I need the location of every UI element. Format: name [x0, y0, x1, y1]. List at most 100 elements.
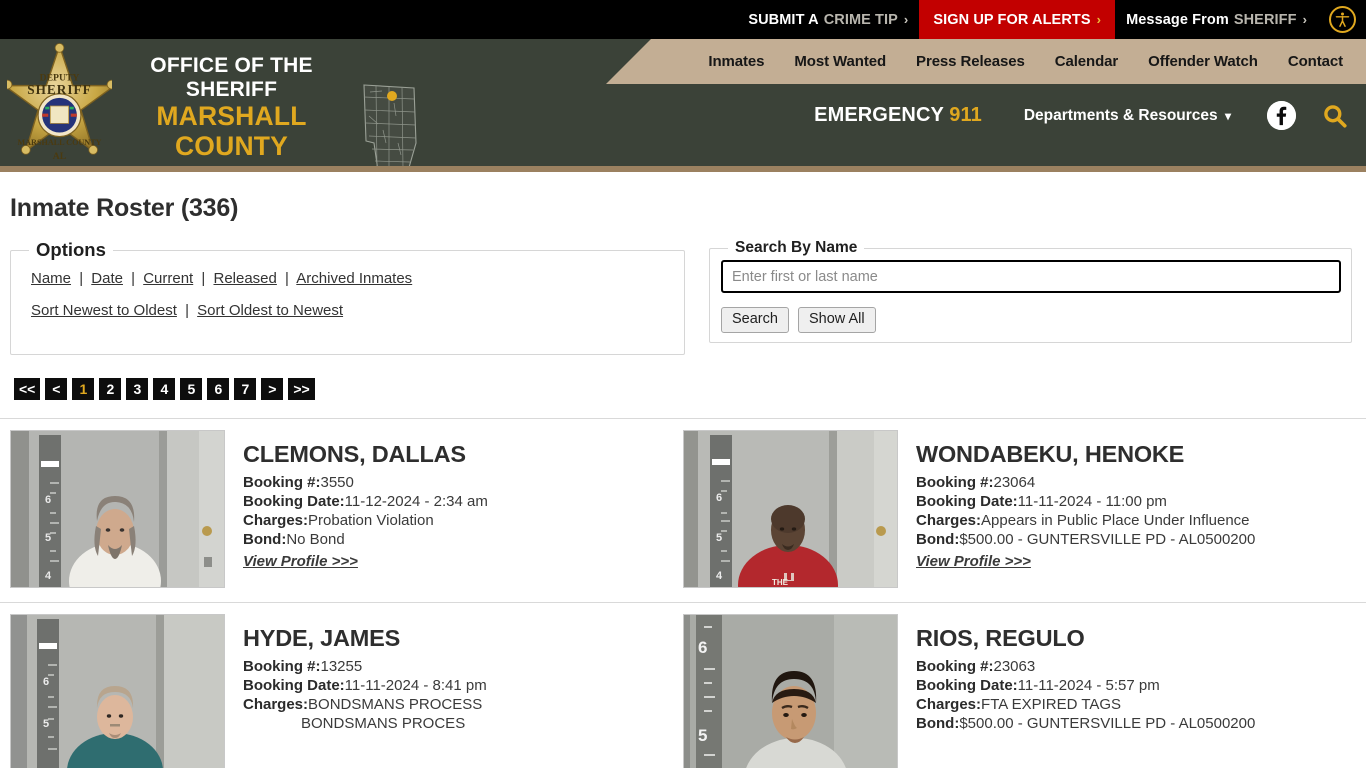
page-4-button[interactable]: 4: [153, 378, 176, 400]
inmate-card: 6 5 4: [683, 430, 1356, 588]
submit-crime-tip-link[interactable]: SUBMIT A CRIME TIP ›: [737, 0, 919, 39]
search-button[interactable]: Search: [721, 307, 789, 333]
options-filter-links: Name | Date | Current | Released | Archi…: [11, 271, 684, 286]
view-profile-link[interactable]: View Profile >>>: [243, 553, 358, 570]
departments-resources-menu[interactable]: Departments & Resources ▾: [1024, 107, 1231, 125]
accessibility-icon: [1328, 6, 1356, 33]
svg-text:6: 6: [698, 638, 707, 657]
emergency-number: 911: [949, 104, 982, 126]
accessibility-button[interactable]: [1318, 0, 1366, 39]
chevron-right-icon: ›: [1096, 12, 1102, 27]
chevron-right-icon: ›: [1302, 12, 1307, 27]
svg-text:5: 5: [43, 718, 49, 730]
booking-date-label: Booking Date:: [243, 676, 345, 694]
bond-label: Bond:: [916, 530, 960, 548]
booking-date-value: 11-11-2024 - 11:00 pm: [1017, 492, 1167, 510]
option-date-link[interactable]: Date: [91, 270, 123, 287]
main-nav: Inmates Most Wanted Press Releases Calen…: [693, 39, 1366, 84]
option-separator: |: [79, 270, 84, 287]
page-next-button[interactable]: >: [261, 378, 284, 400]
option-name-link[interactable]: Name: [31, 270, 71, 287]
page-prev-button[interactable]: <: [45, 378, 68, 400]
charges-label: Charges:: [243, 695, 309, 713]
svg-text:SHERIFF: SHERIFF: [27, 82, 92, 97]
phone-number[interactable]: 256-582-2034: [214, 171, 298, 172]
submit-crime-tip-muted: CRIME TIP: [823, 11, 898, 28]
message-from-sheriff-muted: SHERIFF: [1233, 11, 1297, 28]
sort-newest-to-oldest-link[interactable]: Sort Newest to Oldest: [31, 302, 177, 319]
option-archived-inmates-link[interactable]: Archived Inmates: [296, 270, 412, 287]
view-profile-link[interactable]: View Profile >>>: [916, 553, 1031, 570]
chevron-down-icon: ▾: [1224, 108, 1231, 123]
mugshot-photo[interactable]: 65: [683, 614, 898, 768]
svg-text:4: 4: [45, 570, 52, 582]
page-5-button[interactable]: 5: [180, 378, 203, 400]
nav-item-press-releases[interactable]: Press Releases: [901, 53, 1040, 70]
bond-value: $500.00 - GUNTERSVILLE PD - AL0500200: [959, 714, 1256, 732]
emergency-911[interactable]: EMERGENCY 911: [814, 104, 982, 127]
search-input[interactable]: [721, 260, 1341, 293]
site-brand[interactable]: DEPUTY SHERIFF MARSHALL COUNTY AL OFFICE…: [0, 39, 425, 172]
page-2-button[interactable]: 2: [99, 378, 122, 400]
option-separator: |: [185, 302, 189, 319]
message-from-sheriff-link[interactable]: Message From SHERIFF ›: [1115, 0, 1318, 39]
inmate-bond: Bond:No Bond: [243, 530, 683, 549]
option-released-link[interactable]: Released: [213, 270, 276, 287]
options-panel: Options Name | Date | Current | Released…: [10, 239, 685, 355]
sign-up-for-alerts-link[interactable]: SIGN UP FOR ALERTS ›: [919, 0, 1116, 39]
nav-item-most-wanted[interactable]: Most Wanted: [779, 53, 901, 70]
nav-item-contact[interactable]: Contact: [1273, 53, 1358, 70]
bond-value: $500.00 - GUNTERSVILLE PD - AL0500200: [959, 530, 1256, 548]
svg-text:6: 6: [716, 492, 722, 504]
brand-text: OFFICE OF THE SHERIFF MARSHALL COUNTY Ph…: [124, 39, 339, 172]
inmate-info: HYDE, JAMES Booking #:13255 Booking Date…: [243, 614, 683, 733]
charges-label: Charges:: [243, 511, 309, 529]
booking-date-label: Booking Date:: [916, 676, 1018, 694]
show-all-button[interactable]: Show All: [797, 307, 876, 333]
booking-number-label: Booking #:: [916, 473, 994, 491]
mugshot-photo[interactable]: 6 5 4: [10, 430, 225, 588]
mugshot-photo[interactable]: 6 5 4: [683, 430, 898, 588]
svg-text:6: 6: [43, 676, 49, 688]
charges-label: Charges:: [916, 511, 982, 529]
inmate-name: RIOS, REGULO: [916, 625, 1085, 651]
options-sort-links: Sort Newest to Oldest | Sort Oldest to N…: [11, 303, 684, 318]
page-first-button[interactable]: <<: [14, 378, 41, 400]
option-current-link[interactable]: Current: [143, 270, 193, 287]
inmate-booking-date: Booking Date:11-11-2024 - 8:41 pm: [243, 676, 683, 695]
inmate-charges: Charges:BONDSMANS PROCESS BONDSMANS PROC…: [243, 695, 683, 733]
header-right-tools: EMERGENCY 911 Departments & Resources ▾: [814, 101, 1356, 130]
page-1-button[interactable]: 1: [72, 378, 95, 400]
page-title: Inmate Roster (336): [10, 194, 239, 222]
inmate-info: CLEMONS, DALLAS Booking #:3550 Booking D…: [243, 430, 683, 571]
sort-oldest-to-newest-link[interactable]: Sort Oldest to Newest: [197, 302, 343, 319]
page-last-button[interactable]: >>: [288, 378, 315, 400]
inmate-info: RIOS, REGULO Booking #:23063 Booking Dat…: [916, 614, 1356, 733]
sheriff-badge-icon: DEPUTY SHERIFF MARSHALL COUNTY AL: [2, 42, 117, 166]
svg-text:AL: AL: [53, 151, 67, 162]
inmate-booking-date: Booking Date:11-12-2024 - 2:34 am: [243, 492, 683, 511]
nav-item-offender-watch[interactable]: Offender Watch: [1133, 53, 1273, 70]
page-3-button[interactable]: 3: [126, 378, 149, 400]
phone-label: Phone:: [165, 171, 211, 172]
nav-item-calendar[interactable]: Calendar: [1040, 53, 1133, 70]
svg-text:6: 6: [45, 494, 51, 506]
booking-date-value: 11-11-2024 - 8:41 pm: [344, 676, 487, 694]
page-6-button[interactable]: 6: [207, 378, 230, 400]
facebook-icon[interactable]: [1267, 101, 1296, 130]
page-content: Inmate Roster (336) Options Name | Date …: [0, 194, 1366, 768]
booking-number-label: Booking #:: [243, 473, 321, 491]
inmate-charges: Charges:Probation Violation: [243, 511, 683, 530]
departments-resources-label: Departments & Resources: [1023, 106, 1218, 124]
inmate-charges: Charges:Appears in Public Place Under In…: [916, 511, 1356, 530]
svg-text:5: 5: [698, 726, 707, 745]
header-search-button[interactable]: [1322, 103, 1348, 129]
controls-panels: Options Name | Date | Current | Released…: [0, 239, 1366, 355]
inmate-name: HYDE, JAMES: [243, 625, 401, 651]
nav-item-inmates[interactable]: Inmates: [693, 53, 779, 70]
page-7-button[interactable]: 7: [234, 378, 257, 400]
inmate-booking-number: Booking #:13255: [243, 657, 683, 676]
mugshot-photo[interactable]: 65: [10, 614, 225, 768]
booking-number-value: 23063: [993, 657, 1036, 675]
booking-number-value: 23064: [993, 473, 1036, 491]
